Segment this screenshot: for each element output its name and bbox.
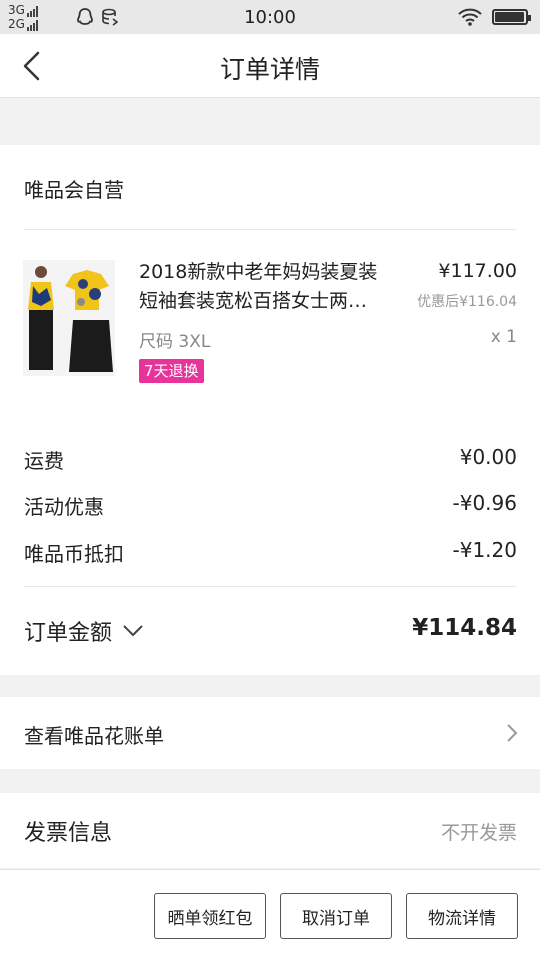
view-bill-label: 查看唯品花账单 [24, 724, 164, 748]
product-quantity: x 1 [490, 327, 517, 347]
invoice-value: 不开发票 [440, 822, 517, 844]
cancel-order-button[interactable]: 取消订单 [280, 893, 392, 939]
product-thumbnail[interactable] [23, 260, 115, 376]
order-total-label: 订单金额 [24, 621, 113, 646]
order-card: 唯品会自营 2018新款中老年妈妈装夏装 短袖套装宽松百搭女士两… ¥117.0… [0, 145, 540, 675]
action-bar: 晒单领红包 取消订单 物流详情 [0, 869, 540, 960]
product-title-line-2: 短袖套装宽松百搭女士两… [139, 290, 368, 312]
product-size: 尺码 3XL [139, 332, 211, 352]
order-total-toggle[interactable]: 订单金额 [24, 615, 144, 647]
store-name: 唯品会自营 [24, 178, 124, 202]
return-policy-badge: 7天退换 [139, 359, 204, 383]
wifi-icon [458, 8, 482, 26]
divider [24, 229, 516, 230]
product-price: ¥117.00 [438, 260, 517, 282]
fee-label: 唯品币抵扣 [24, 542, 124, 566]
order-total-value: ¥114.84 [412, 615, 517, 641]
logistics-details-button[interactable]: 物流详情 [406, 893, 518, 939]
fee-value: -¥1.20 [452, 538, 517, 562]
battery-icon [492, 9, 531, 25]
view-bill-row[interactable]: 查看唯品花账单 [0, 697, 540, 769]
invoice-label: 发票信息 [24, 821, 113, 846]
fee-label: 运费 [24, 449, 64, 473]
navigation-bar: 订单详情 [0, 34, 540, 98]
fee-row-shipping: 运费 ¥0.00 [24, 445, 517, 474]
product-discounted-price: 优惠后¥116.04 [417, 294, 517, 310]
fee-row-promotion: 活动优惠 -¥0.96 [24, 491, 517, 520]
page-title: 订单详情 [219, 55, 320, 84]
fee-label: 活动优惠 [24, 495, 104, 519]
share-review-button[interactable]: 晒单领红包 [154, 893, 266, 939]
invoice-row[interactable]: 发票信息 不开发票 [0, 793, 540, 868]
fee-value: ¥0.00 [459, 445, 517, 469]
fee-row-coin-deduction: 唯品币抵扣 -¥1.20 [24, 538, 517, 567]
status-bar: 3G 2G 10:00 [0, 0, 540, 34]
product-title[interactable]: 2018新款中老年妈妈装夏装 短袖套装宽松百搭女士两… [139, 258, 401, 316]
product-title-line-1: 2018新款中老年妈妈装夏装 [139, 261, 378, 283]
chevron-down-icon [123, 625, 143, 637]
fee-value: -¥0.96 [452, 491, 517, 515]
chevron-right-icon [507, 724, 518, 742]
divider [24, 586, 516, 587]
